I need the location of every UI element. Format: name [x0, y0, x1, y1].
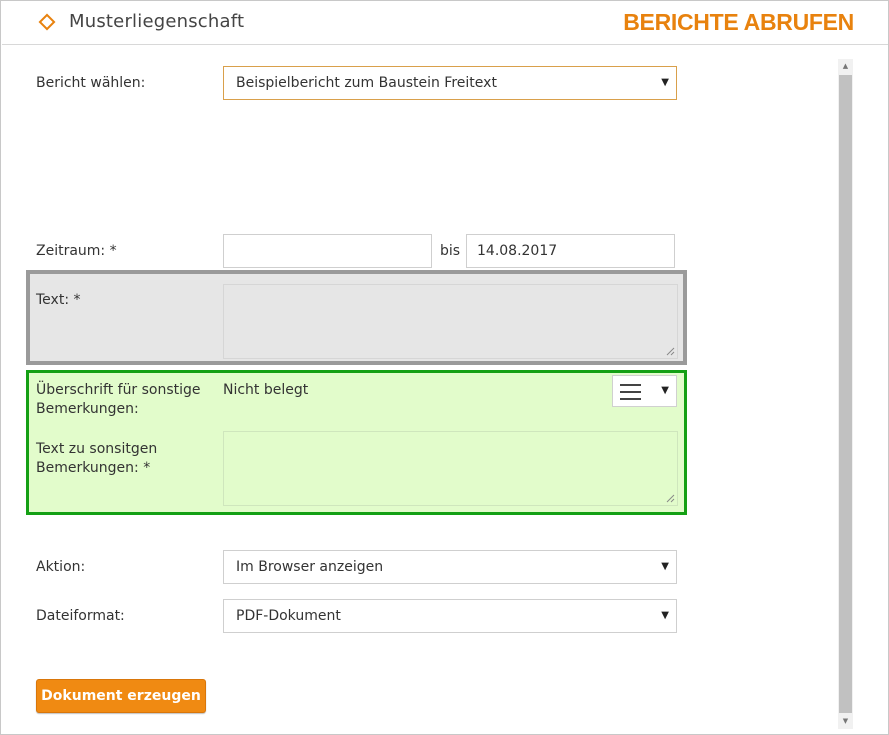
scroll-down-icon[interactable]: ▼ [838, 714, 853, 729]
action-select[interactable]: Im Browser anzeigen ▼ [223, 550, 677, 584]
resize-grip-icon[interactable] [666, 347, 675, 356]
scroll-up-icon[interactable]: ▲ [838, 59, 853, 74]
text-textarea[interactable] [223, 284, 678, 359]
heading-label: Überschrift für sonstige Bemerkungen: [36, 382, 201, 417]
report-label: Bericht wählen: [36, 75, 146, 91]
action-select-value: Im Browser anzeigen [236, 559, 384, 575]
report-select[interactable]: Beispielbericht zum Baustein Freitext ▼ [223, 66, 677, 100]
format-select[interactable]: PDF-Dokument ▼ [223, 599, 677, 633]
period-separator: bis [440, 243, 461, 259]
remarks-block-highlight: Überschrift für sonstige Bemerkungen: Ni… [26, 370, 687, 515]
property-name: Musterliegenschaft [69, 11, 245, 32]
report-select-value: Beispielbericht zum Baustein Freitext [236, 75, 497, 91]
format-select-value: PDF-Dokument [236, 608, 341, 624]
caret-down-icon: ▼ [661, 561, 669, 572]
action-label: Aktion: [36, 559, 86, 575]
heading-value: Nicht belegt [223, 382, 309, 398]
page-title: BERICHTE ABRUFEN [623, 9, 854, 35]
vertical-scrollbar[interactable]: ▲ ▼ [838, 59, 853, 729]
scrollbar-thumb[interactable] [839, 75, 852, 713]
report-window: Musterliegenschaft BERICHTE ABRUFEN Beri… [0, 0, 889, 735]
page-header: Musterliegenschaft BERICHTE ABRUFEN [2, 2, 888, 45]
period-to-input[interactable]: 14.08.2017 [466, 234, 675, 268]
heading-menu-dropdown[interactable]: ▼ [612, 375, 677, 407]
caret-down-icon: ▼ [661, 610, 669, 621]
format-label: Dateiformat: [36, 608, 125, 624]
resize-grip-icon[interactable] [666, 494, 675, 503]
caret-down-icon: ▼ [661, 385, 669, 396]
remarks-textarea[interactable] [223, 431, 678, 506]
period-from-input[interactable] [223, 234, 432, 268]
diamond-icon [38, 13, 56, 31]
remarks-label: Text zu sonsitgen Bemerkungen: * [36, 441, 158, 476]
generate-document-button[interactable]: Dokument erzeugen [36, 679, 206, 713]
period-label: Zeitraum: * [36, 243, 117, 259]
text-label: Text: * [36, 292, 81, 308]
hamburger-icon [620, 384, 641, 405]
text-block-highlight: Text: * [26, 270, 687, 365]
caret-down-icon: ▼ [661, 77, 669, 88]
